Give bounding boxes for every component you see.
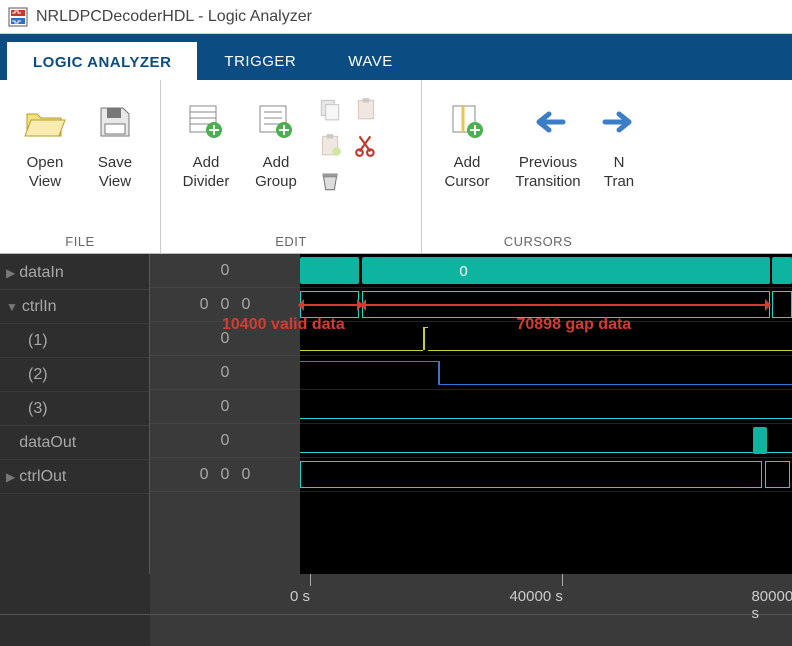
group-edit-label: EDIT <box>275 234 307 251</box>
tab-wave[interactable]: WAVE <box>322 41 419 80</box>
waveform-viewer[interactable]: ▶dataIn ▼ctrlIn (1) (2) (3) ▶dataOut ▶ct… <box>0 254 792 574</box>
group-cursors-label: CURSORS <box>504 234 573 251</box>
value-ctrlIn-3: 0 <box>150 390 300 424</box>
add-group-label: Add Group <box>255 154 297 192</box>
previous-transition-button[interactable]: Previous Transition <box>502 88 594 234</box>
copy-icon <box>315 94 345 124</box>
next-transition-button[interactable]: N Tran <box>594 88 644 234</box>
add-cursor-icon <box>445 92 489 152</box>
arrow-right-icon <box>599 92 639 152</box>
next-transition-label: N Tran <box>604 154 634 192</box>
group-cursors: Add Cursor Previous Transition N Tran <box>422 80 654 253</box>
value-ctrlIn: 000 <box>150 288 300 322</box>
arrow-left-icon <box>523 92 573 152</box>
signal-ctrlIn[interactable]: ▼ctrlIn <box>0 290 149 324</box>
group-edit: Add Divider Add Group <box>161 80 422 253</box>
delete-icon[interactable] <box>315 166 345 196</box>
signal-ctrlIn-1[interactable]: (1) <box>0 324 149 358</box>
ribbon-tabs: LOGIC ANALYZER TRIGGER WAVE <box>0 34 792 80</box>
gap-span-arrow <box>364 304 767 306</box>
add-divider-icon <box>184 92 228 152</box>
cut-icon[interactable] <box>351 130 381 160</box>
title-bar: NRLDPCDecoderHDL - Logic Analyzer <box>0 0 792 34</box>
group-file: Open View Save View FILE <box>0 80 161 253</box>
group-file-label: FILE <box>65 234 94 251</box>
signal-ctrlOut[interactable]: ▶ctrlOut <box>0 460 149 494</box>
save-view-label: Save View <box>98 154 132 192</box>
collapse-icon[interactable]: ▼ <box>6 300 18 314</box>
signal-value-column: 0 000 0 0 0 0 000 <box>150 254 300 574</box>
value-ctrlOut: 000 <box>150 458 300 492</box>
window-title: NRLDPCDecoderHDL - Logic Analyzer <box>36 8 312 26</box>
signal-dataOut[interactable]: ▶dataOut <box>0 426 149 460</box>
add-divider-label: Add Divider <box>183 154 230 192</box>
signal-ctrlIn-3[interactable]: (3) <box>0 392 149 426</box>
paste-icon <box>351 94 381 124</box>
value-dataIn: 0 <box>150 254 300 288</box>
previous-transition-label: Previous Transition <box>515 154 580 192</box>
value-ctrlIn-1: 0 <box>150 322 300 356</box>
time-ruler[interactable]: 0 s 40000 s 80000 s <box>0 574 792 614</box>
ribbon-toolbar: Open View Save View FILE <box>0 80 792 254</box>
add-cursor-label: Add Cursor <box>444 154 489 192</box>
folder-open-icon <box>23 92 67 152</box>
open-view-label: Open View <box>27 154 64 192</box>
tick-80000: 80000 s <box>751 588 792 622</box>
add-group-icon <box>254 92 298 152</box>
paste-options-icon <box>315 130 345 160</box>
waveform-canvas[interactable]: 0 <box>300 254 792 574</box>
expand-icon[interactable]: ▶ <box>6 266 15 280</box>
tab-trigger[interactable]: TRIGGER <box>198 41 322 80</box>
save-view-button[interactable]: Save View <box>80 88 150 234</box>
signal-ctrlIn-2[interactable]: (2) <box>0 358 149 392</box>
bus-value-label: 0 <box>459 263 467 280</box>
tab-logic-analyzer[interactable]: LOGIC ANALYZER <box>6 41 198 81</box>
value-dataOut: 0 <box>150 424 300 458</box>
tick-0: 0 s <box>290 588 310 605</box>
cursor-row[interactable] <box>0 614 792 646</box>
value-ctrlIn-2: 0 <box>150 356 300 390</box>
app-icon <box>8 7 28 27</box>
add-group-button[interactable]: Add Group <box>241 88 311 234</box>
open-view-button[interactable]: Open View <box>10 88 80 234</box>
valid-span-arrow <box>302 304 359 306</box>
tick-40000: 40000 s <box>509 588 562 605</box>
expand-icon[interactable]: ▶ <box>6 470 15 484</box>
floppy-icon <box>95 92 135 152</box>
add-cursor-button[interactable]: Add Cursor <box>432 88 502 234</box>
add-divider-button[interactable]: Add Divider <box>171 88 241 234</box>
signal-name-column[interactable]: ▶dataIn ▼ctrlIn (1) (2) (3) ▶dataOut ▶ct… <box>0 254 150 574</box>
signal-dataIn[interactable]: ▶dataIn <box>0 256 149 290</box>
